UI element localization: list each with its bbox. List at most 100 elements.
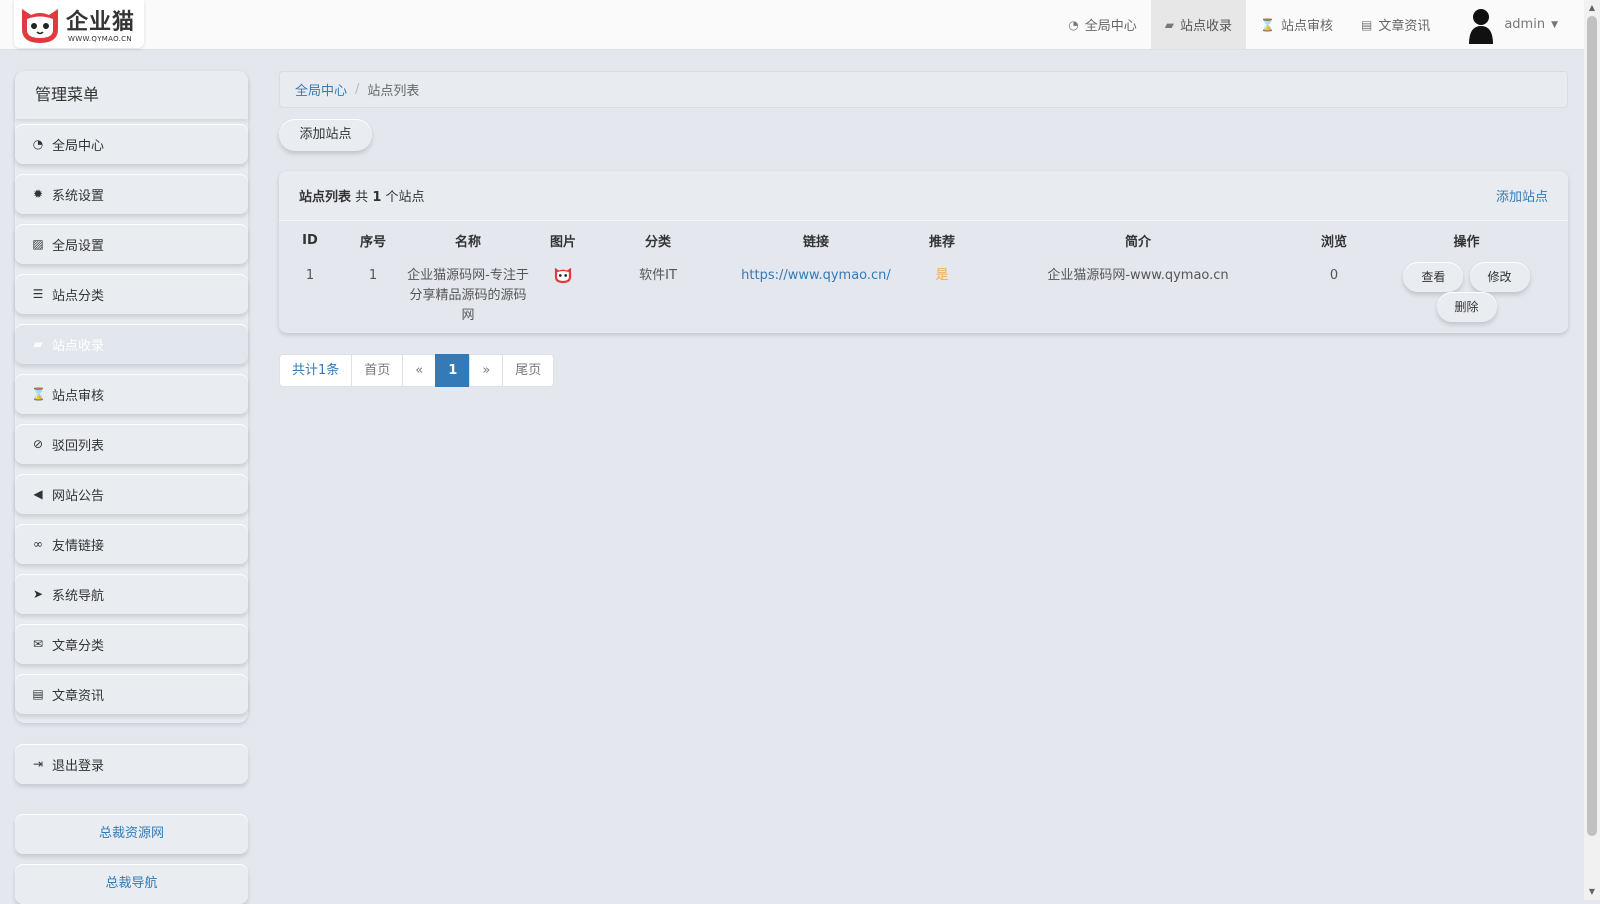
envelope-icon: ✉ <box>32 637 44 651</box>
recommend-badge: 是 <box>935 268 949 283</box>
pagination: 共计1条 首页 « 1 » 尾页 <box>279 354 555 387</box>
column-header: 分类 <box>644 234 671 250</box>
sidebar-item-label: 系统导航 <box>52 588 105 604</box>
cell-order: 1 <box>368 268 378 283</box>
topnav-item-dashboard[interactable]: ◔ 全局中心 <box>1054 0 1151 49</box>
logout-button[interactable]: ⇥ 退出登录 <box>15 744 248 784</box>
panel-count-suffix: 个站点 <box>385 190 425 205</box>
topnav-item-articles[interactable]: ▤ 文章资讯 <box>1347 0 1444 49</box>
sidebar-title: 管理菜单 <box>15 71 248 119</box>
topnav-item-sites[interactable]: ▰ 站点收录 <box>1150 0 1247 49</box>
handshake-icon: ∞ <box>33 537 43 551</box>
panel-title: 站点列表 共 1 个站点 <box>299 186 425 205</box>
column-header: 操作 <box>1453 234 1480 250</box>
sidebar-link-resource[interactable]: 总裁资源网 <box>15 814 248 854</box>
pagination-last[interactable]: 尾页 <box>502 354 555 387</box>
cell-category: 软件IT <box>639 268 677 283</box>
breadcrumb-home-link[interactable]: 全局中心 <box>295 80 347 99</box>
sidebar-item-global-settings[interactable]: ▨ 全局设置 <box>15 224 248 264</box>
cell-id: 1 <box>305 268 315 283</box>
book-icon: ▰ <box>1164 17 1174 32</box>
sidebar-item-site-category[interactable]: ☰ 站点分类 <box>15 274 248 314</box>
table-header-row: ID 序号 名称 图片 分类 链接 推荐 简介 浏览 操作 <box>279 223 1568 257</box>
newspaper-icon: ▤ <box>1360 17 1373 32</box>
page-scrollbar[interactable]: ▲ ▼ <box>1584 0 1600 900</box>
delete-button[interactable]: 删除 <box>1436 292 1497 322</box>
breadcrumb-separator: / <box>355 82 360 97</box>
pagination-total: 共计1条 <box>279 354 353 387</box>
cell-views: 0 <box>1329 268 1339 283</box>
sidebar-item-dashboard[interactable]: ◔ 全局中心 <box>15 124 248 164</box>
pagination-first[interactable]: 首页 <box>351 354 404 387</box>
logo-name: 企业猫 <box>66 10 136 35</box>
panel-count: 1 <box>372 190 382 205</box>
picture-icon: ▨ <box>32 237 44 251</box>
column-header: 名称 <box>454 234 481 250</box>
username: admin <box>1504 17 1546 32</box>
add-site-link[interactable]: 添加站点 <box>1496 186 1548 205</box>
breadcrumb-current: 站点列表 <box>367 84 420 99</box>
pagination-next[interactable]: » <box>469 354 504 387</box>
ban-icon: ⊘ <box>32 437 44 451</box>
sliders-icon: ☰ <box>32 287 44 301</box>
newspaper-icon: ▤ <box>32 687 44 701</box>
sidebar-item-articles[interactable]: ▤ 文章资讯 <box>15 674 248 714</box>
site-logo[interactable]: 企业猫 WWW.QYMAO.CN <box>14 0 144 48</box>
site-list-panel: 站点列表 共 1 个站点 添加站点 ID 序号 名称 图片 分类 链接 推荐 简… <box>279 171 1568 333</box>
panel-header: 站点列表 共 1 个站点 添加站点 <box>279 171 1568 221</box>
dashboard-icon: ◔ <box>32 137 44 151</box>
sign-out-icon: ⇥ <box>32 757 44 771</box>
sidebar-item-system-nav[interactable]: ➤ 系统导航 <box>15 574 248 614</box>
site-thumbnail-icon <box>554 267 572 284</box>
top-nav: ◔ 全局中心 ▰ 站点收录 ⌛ 站点审核 ▤ 文章资讯 admin ▼ <box>1054 0 1568 49</box>
column-header: 图片 <box>549 234 576 250</box>
table-row: 1 1 企业猫源码网-专注于分享精品源码的源码网 软件IT https://ww… <box>279 257 1568 327</box>
view-button[interactable]: 查看 <box>1403 262 1464 292</box>
logout-label: 退出登录 <box>52 758 105 774</box>
avatar <box>1469 8 1494 44</box>
site-table: ID 序号 名称 图片 分类 链接 推荐 简介 浏览 操作 1 1 企业猫源码网… <box>279 223 1568 327</box>
cell-intro: 企业猫源码网-www.qymao.cn <box>1047 268 1229 283</box>
sidebar-item-rejected-list[interactable]: ⊘ 驳回列表 <box>15 424 248 464</box>
dashboard-icon: ◔ <box>1068 17 1079 32</box>
panel-count-prefix: 共 <box>355 190 369 205</box>
scroll-down-icon[interactable]: ▼ <box>1584 884 1600 900</box>
scrollbar-thumb[interactable] <box>1587 16 1597 836</box>
sidebar-link-nav[interactable]: 总裁导航 <box>15 864 248 904</box>
edit-button[interactable]: 修改 <box>1469 262 1530 292</box>
sidebar-item-label: 文章资讯 <box>52 688 105 704</box>
column-header: 链接 <box>802 234 829 250</box>
sidebar-item-label: 友情链接 <box>52 538 105 554</box>
user-menu[interactable]: admin ▼ <box>1444 0 1568 49</box>
sidebar-item-site-review[interactable]: ⌛ 站点审核 <box>15 374 248 414</box>
sidebar-item-announcements[interactable]: ◀ 网站公告 <box>15 474 248 514</box>
sidebar-item-label: 站点审核 <box>52 388 105 404</box>
scroll-up-icon[interactable]: ▲ <box>1584 0 1600 16</box>
sidebar-item-label: 驳回列表 <box>52 438 105 454</box>
sidebar-item-article-category[interactable]: ✉ 文章分类 <box>15 624 248 664</box>
column-header: 浏览 <box>1320 234 1347 250</box>
sidebar-item-site-collection[interactable]: ▰ 站点收录 <box>15 324 248 364</box>
sidebar-item-label: 全局中心 <box>52 138 105 154</box>
sidebar-item-label: 文章分类 <box>52 638 105 654</box>
column-header: 推荐 <box>928 234 955 250</box>
sidebar-item-system-settings[interactable]: ✹ 系统设置 <box>15 174 248 214</box>
logo-url: WWW.QYMAO.CN <box>68 35 132 43</box>
add-site-button[interactable]: 添加站点 <box>279 119 372 151</box>
cell-recommend: 是 <box>911 257 973 327</box>
sidebar-item-label: 全局设置 <box>52 238 105 254</box>
topnav-label: 文章资讯 <box>1378 19 1431 34</box>
column-header: ID <box>302 232 318 248</box>
location-arrow-icon: ➤ <box>32 587 44 601</box>
top-navbar: 企业猫 WWW.QYMAO.CN ◔ 全局中心 ▰ 站点收录 ⌛ 站点审核 ▤ … <box>0 0 1584 50</box>
cell-image <box>531 257 595 327</box>
pagination-prev[interactable]: « <box>402 354 437 387</box>
column-header: 序号 <box>359 234 386 250</box>
pagination-current[interactable]: 1 <box>435 354 471 387</box>
cell-link: https://www.qymao.cn/ <box>721 257 911 327</box>
topnav-item-review[interactable]: ⌛ 站点审核 <box>1246 0 1347 49</box>
sidebar-item-friend-links[interactable]: ∞ 友情链接 <box>15 524 248 564</box>
sidebar-item-label: 站点收录 <box>52 338 105 354</box>
topnav-label: 站点收录 <box>1180 19 1233 34</box>
site-url-link[interactable]: https://www.qymao.cn/ <box>741 268 891 283</box>
